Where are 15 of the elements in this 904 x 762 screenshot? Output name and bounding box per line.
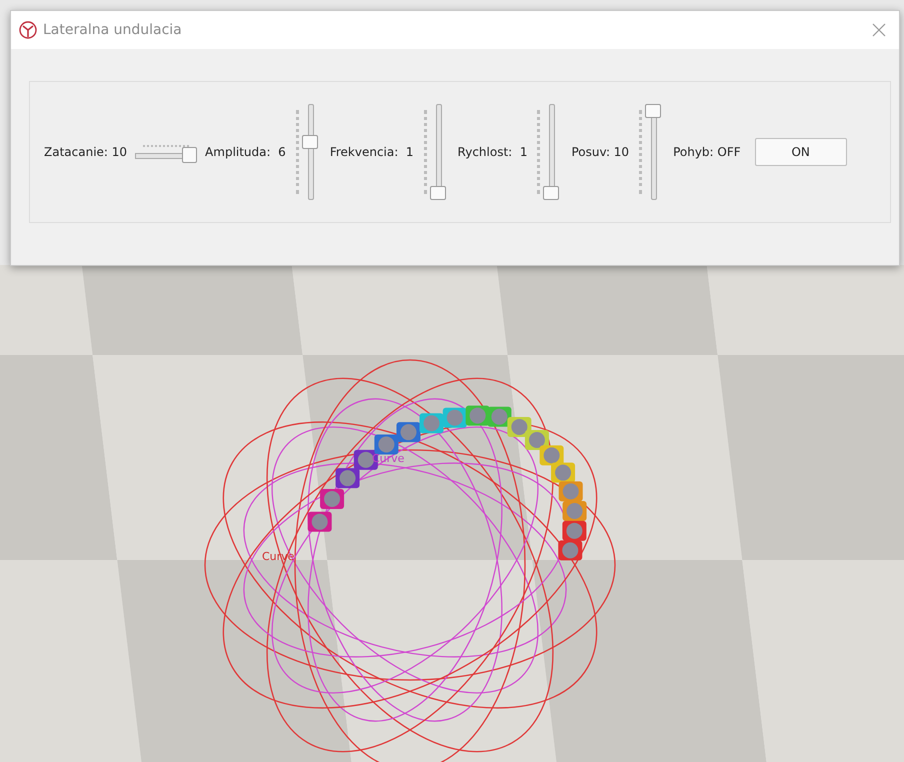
slider-label: Frekvencia: 1: [330, 145, 414, 159]
close-icon[interactable]: [871, 22, 887, 38]
slider-label: Amplituda: 6: [205, 145, 286, 159]
status-label: Pohyb: OFF: [673, 145, 741, 159]
app-logo-icon: [19, 21, 37, 39]
slider-label: Zatacanie: 10: [44, 145, 128, 159]
slider-thumb[interactable]: [430, 186, 446, 200]
slider-thumb[interactable]: [182, 147, 198, 163]
on-button[interactable]: ON: [754, 138, 847, 166]
slider-thumb[interactable]: [645, 104, 662, 118]
slider-label: Rychlost: 1: [458, 145, 528, 159]
slider-label: Posuv: 10: [571, 145, 630, 159]
window-title: Lateralna undulacia: [43, 22, 183, 38]
slider-thumb[interactable]: [543, 186, 560, 200]
slider-thumb[interactable]: [302, 135, 318, 150]
